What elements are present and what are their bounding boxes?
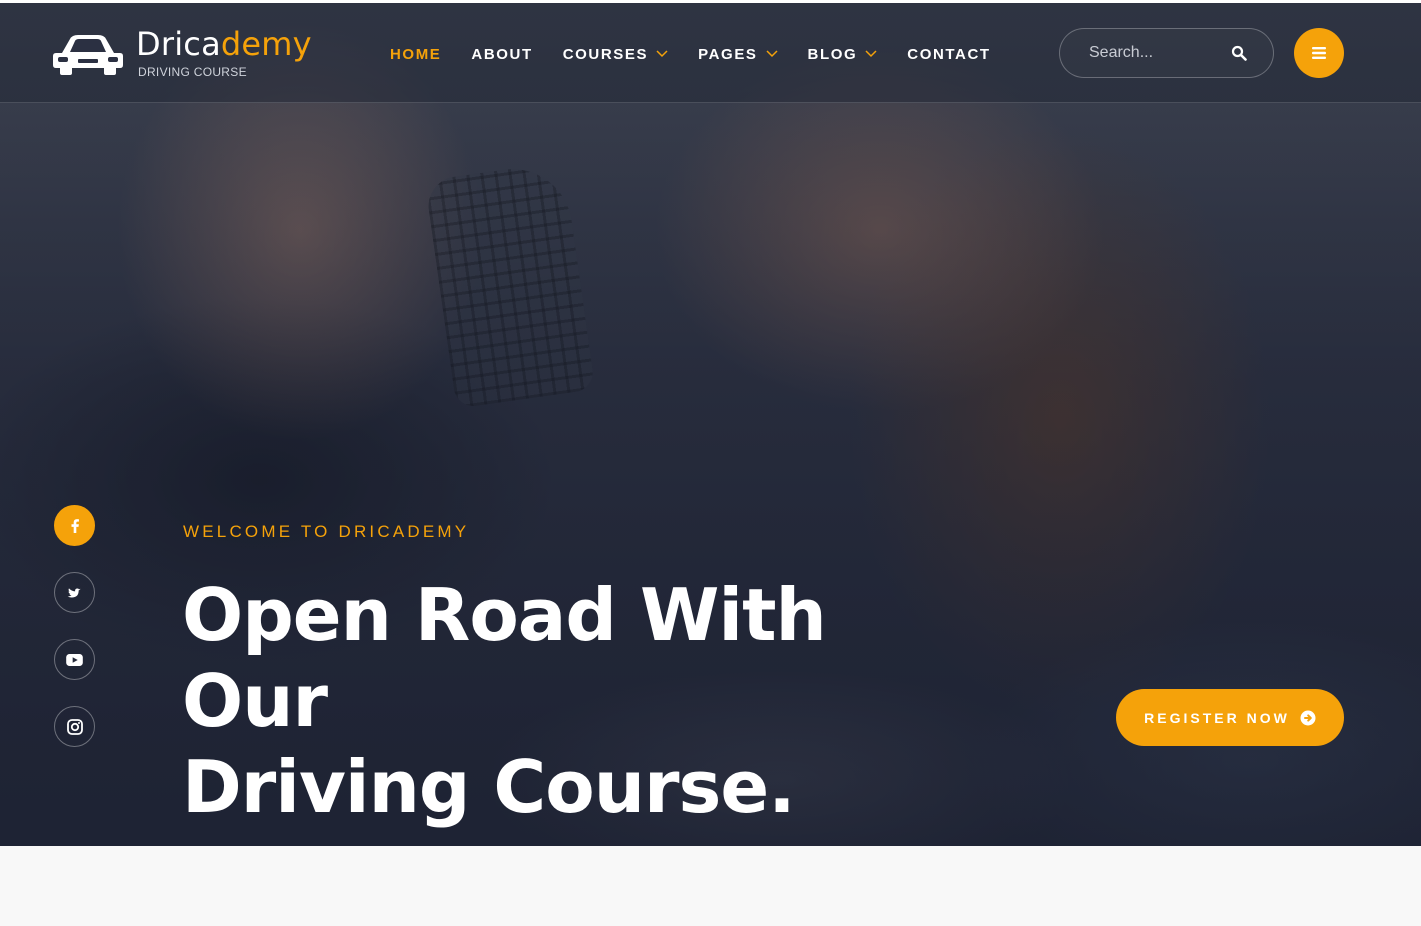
main-nav: HOME ABOUT COURSES PAGES BLOG CONTACT [390,41,1021,67]
facebook-button[interactable] [54,505,95,546]
nav-item-label: PAGES [698,45,758,63]
social-links [54,505,95,773]
register-now-button[interactable]: REGISTER NOW [1116,689,1344,746]
facebook-icon [71,518,79,533]
chevron-down-icon [865,50,877,58]
search-box [1059,28,1274,78]
nav-item-about[interactable]: ABOUT [471,46,532,63]
hero-headline-line2: Driving Course. [182,745,796,829]
register-now-label: REGISTER NOW [1144,709,1290,726]
hamburger-icon [1312,47,1326,59]
brand-name: Dricademy [136,25,312,63]
search-input[interactable] [1089,44,1231,62]
site-header: Dricademy DRIVING COURSE HOME ABOUT COUR… [0,3,1421,103]
search-icon[interactable] [1231,45,1247,61]
nav-item-contact[interactable]: CONTACT [907,46,990,63]
nav-item-home[interactable]: HOME [390,46,441,63]
nav-item-label: COURSES [562,45,649,63]
brand-tagline: DRIVING COURSE [138,65,247,79]
arrow-circle-right-icon [1300,710,1316,725]
nav-item-courses[interactable]: COURSES [563,46,668,63]
instagram-button[interactable] [54,706,95,747]
site-logo[interactable]: Dricademy DRIVING COURSE [52,25,312,85]
nav-item-label: HOME [390,45,442,63]
nav-item-label: BLOG [807,45,858,63]
hero-headline-line1: Open Road With Our [182,573,827,743]
instagram-icon [66,718,83,735]
next-section [0,846,1421,926]
nav-item-blog[interactable]: BLOG [808,46,878,63]
chevron-down-icon [656,50,668,58]
menu-button[interactable] [1294,28,1344,78]
twitter-icon [67,587,81,597]
twitter-button[interactable] [54,572,95,613]
youtube-icon [66,653,83,666]
car-icon [53,35,123,75]
brand-name-accent: demy [220,25,312,63]
nav-item-pages[interactable]: PAGES [698,45,778,63]
hero-eyebrow: WELCOME TO DRICADEMY [183,522,470,541]
chevron-down-icon [766,50,778,58]
brand-name-main: Drica [136,25,221,63]
nav-item-label: CONTACT [907,45,991,63]
nav-item-label: ABOUT [471,45,533,63]
hero-headline: Open Road With Our Driving Course. [182,572,942,830]
youtube-button[interactable] [54,639,95,680]
